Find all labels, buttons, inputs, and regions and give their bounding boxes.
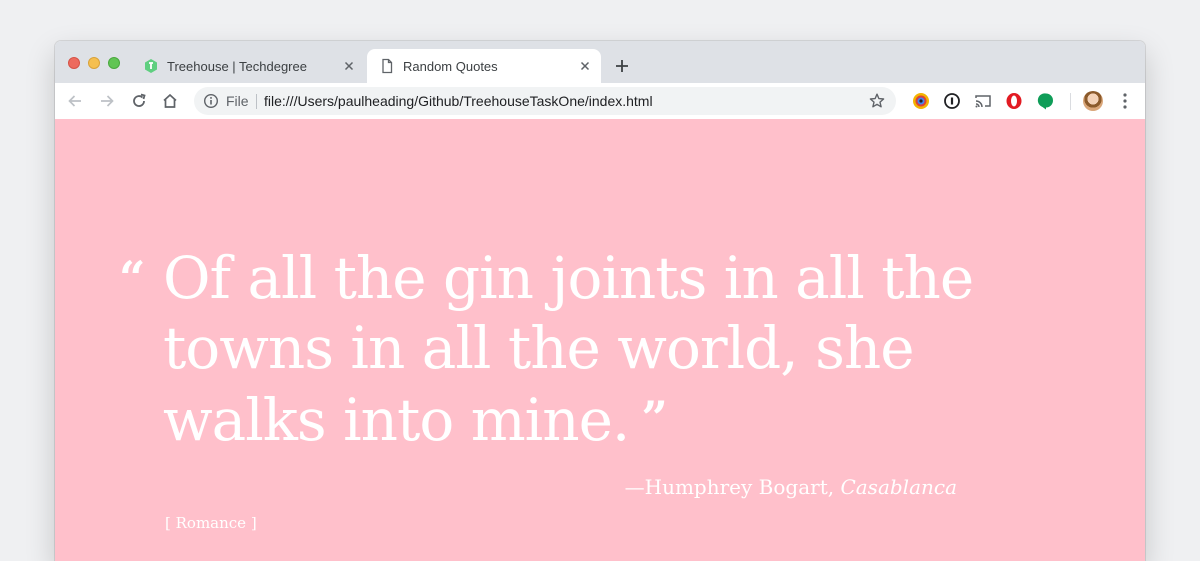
quote-text: Of all the gin joints in all the towns i… bbox=[163, 243, 983, 455]
password-manager-icon[interactable] bbox=[943, 92, 961, 110]
info-icon[interactable] bbox=[203, 93, 219, 109]
home-icon bbox=[163, 93, 177, 108]
toolbar-divider bbox=[1070, 93, 1071, 110]
browser-window: Treehouse | Techdegree Random Quotes Fil… bbox=[55, 41, 1145, 561]
quote-tag: [ Romance ] bbox=[165, 514, 257, 532]
quote-body: Of all the gin joints in all the towns i… bbox=[163, 244, 974, 454]
arrow-left-icon bbox=[68, 95, 81, 107]
zoom-window-button[interactable] bbox=[108, 57, 120, 69]
treehouse-icon bbox=[143, 58, 159, 74]
quote-citation: —Humphrey Bogart, Casablanca bbox=[625, 475, 957, 499]
address-bar[interactable]: File file:///Users/paulheading/Github/Tr… bbox=[194, 87, 896, 115]
close-quote-mark: ” bbox=[641, 391, 667, 445]
minimize-window-button[interactable] bbox=[88, 57, 100, 69]
tab-random-quotes[interactable]: Random Quotes bbox=[367, 49, 601, 83]
browser-toolbar: File file:///Users/paulheading/Github/Tr… bbox=[55, 83, 1145, 120]
back-button[interactable] bbox=[63, 89, 87, 113]
more-menu-icon[interactable] bbox=[1117, 91, 1133, 111]
tab-treehouse[interactable]: Treehouse | Techdegree bbox=[131, 49, 365, 83]
url-text[interactable]: file:///Users/paulheading/Github/Treehou… bbox=[264, 93, 653, 109]
opera-extension-icon[interactable] bbox=[1005, 92, 1023, 110]
home-button[interactable] bbox=[158, 89, 182, 113]
page-content: “ Of all the gin joints in all the towns… bbox=[55, 119, 1145, 561]
tab-title: Random Quotes bbox=[403, 59, 498, 74]
document-icon bbox=[379, 58, 395, 74]
omnibox-divider bbox=[256, 94, 257, 109]
close-tab-icon[interactable] bbox=[577, 58, 593, 74]
bookmark-star-icon[interactable] bbox=[868, 92, 886, 110]
open-quote-mark: “ bbox=[119, 251, 146, 305]
citation-source: Casablanca bbox=[840, 475, 957, 499]
profile-avatar[interactable] bbox=[1083, 91, 1103, 111]
tab-title: Treehouse | Techdegree bbox=[167, 59, 307, 74]
close-tab-icon[interactable] bbox=[341, 58, 357, 74]
hangouts-icon[interactable] bbox=[1037, 92, 1055, 110]
scheme-label: File bbox=[226, 93, 249, 109]
forward-button[interactable] bbox=[95, 89, 119, 113]
cast-icon[interactable] bbox=[974, 92, 992, 110]
arrow-right-icon bbox=[101, 95, 114, 107]
reload-icon bbox=[133, 93, 146, 107]
color-picker-extension-icon[interactable] bbox=[912, 92, 930, 110]
citation-author: —Humphrey Bogart, bbox=[624, 475, 841, 499]
tab-strip: Treehouse | Techdegree Random Quotes bbox=[55, 41, 1145, 83]
close-window-button[interactable] bbox=[68, 57, 80, 69]
new-tab-button[interactable] bbox=[611, 55, 633, 77]
reload-button[interactable] bbox=[127, 89, 151, 113]
